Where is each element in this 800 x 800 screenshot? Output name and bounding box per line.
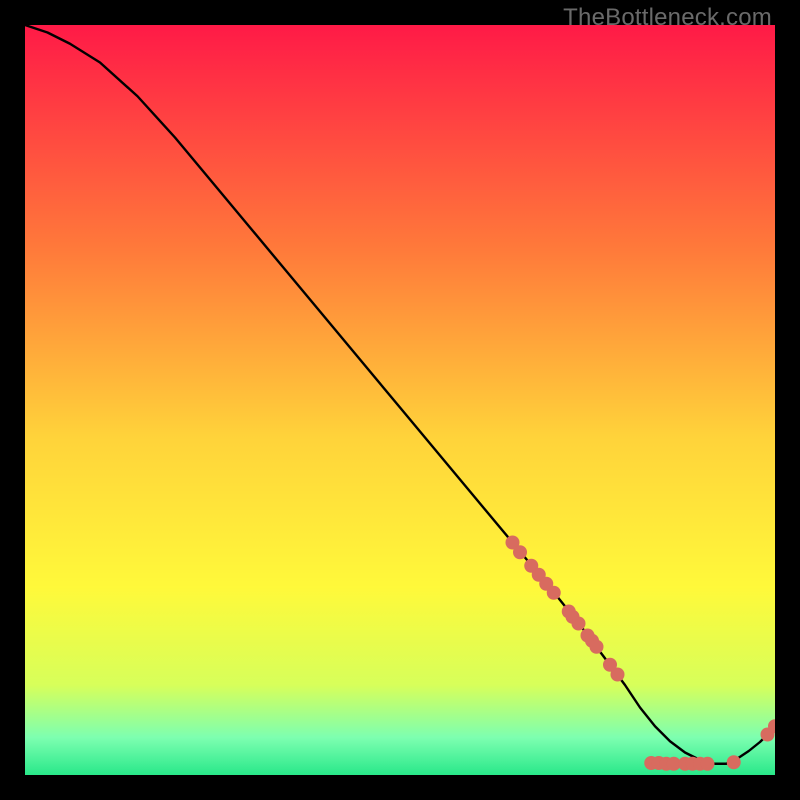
data-marker [547,586,561,600]
data-marker [513,545,527,559]
data-marker [611,668,625,682]
gradient-background [25,25,775,775]
data-marker [572,617,586,631]
data-marker [727,755,741,769]
chart-frame: TheBottleneck.com [0,0,800,800]
bottleneck-chart-svg [25,25,775,775]
data-marker [590,640,604,654]
data-marker [701,757,715,771]
plot-area [25,25,775,775]
